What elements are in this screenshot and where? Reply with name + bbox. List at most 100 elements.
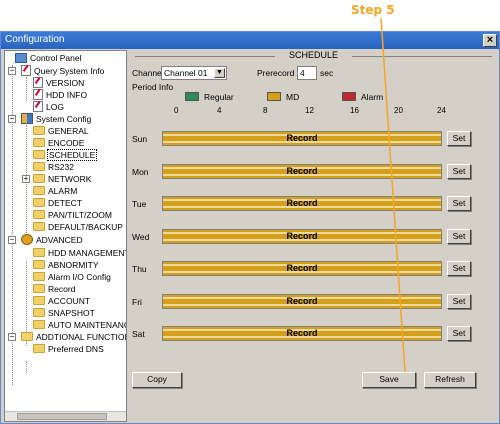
hour-axis: 0 4 8 12 16 20 24 (129, 106, 498, 118)
schedule-bar[interactable]: Record (162, 164, 442, 179)
set-button[interactable]: Set (447, 131, 471, 146)
folder-icon (33, 284, 45, 294)
folder-icon (33, 344, 45, 354)
schedule-bar[interactable]: Record (162, 229, 442, 244)
folder-icon (33, 308, 45, 318)
save-button[interactable]: Save (362, 372, 416, 388)
tree-horizontal-scrollbar[interactable] (5, 411, 126, 421)
hour-tick: 20 (394, 106, 403, 115)
folder-icon (21, 332, 33, 342)
expander-advanced[interactable]: − (8, 236, 16, 244)
tree-item-snapshot[interactable]: SNAPSHOT (33, 307, 95, 319)
tree-item-alarm-io-config[interactable]: Alarm I/O Config (33, 271, 111, 283)
folder-icon (33, 222, 45, 232)
schedule-bar-label: Record (286, 328, 318, 338)
tree-item-system-config[interactable]: System Config (21, 113, 91, 125)
tree-item-additional-function[interactable]: ADDTIONAL FUNCTION (21, 331, 126, 343)
hour-tick: 4 (217, 106, 222, 115)
tree-item-hdd-management[interactable]: HDD MANAGEMENT (33, 247, 126, 259)
folder-icon (33, 248, 45, 258)
expander-additional[interactable]: − (8, 333, 16, 341)
set-button[interactable]: Set (447, 164, 471, 179)
expander-network[interactable]: + (22, 175, 30, 183)
tree-item-version[interactable]: VERSION (33, 77, 84, 89)
tree-item-default-backup[interactable]: DEFAULT/BACKUP (33, 221, 123, 233)
hour-tick: 24 (437, 106, 446, 115)
refresh-button[interactable]: Refresh (424, 372, 476, 388)
tree-item-record[interactable]: Record (33, 283, 75, 295)
legend-alarm-label: Alarm (361, 92, 384, 102)
tree-item-auto-maintenance[interactable]: AUTO MAINTENANCE (33, 319, 126, 331)
tree-item-encode[interactable]: ENCODE (33, 137, 84, 149)
prerecord-input[interactable]: 4 (297, 66, 317, 80)
set-button[interactable]: Set (447, 261, 471, 276)
set-button[interactable]: Set (447, 294, 471, 309)
expander-query[interactable]: − (8, 67, 16, 75)
tree-item-rs232[interactable]: RS232 (33, 161, 74, 173)
control-panel-icon (15, 52, 27, 63)
day-row: Wed Record Set (129, 228, 498, 248)
schedule-bar[interactable]: Record (162, 196, 442, 211)
hour-tick: 16 (350, 106, 359, 115)
tree-item-preferred-dns[interactable]: Preferred DNS (33, 343, 104, 355)
day-row: Fri Record Set (129, 293, 498, 313)
hour-tick: 8 (263, 106, 268, 115)
folder-icon (33, 150, 45, 160)
schedule-bar[interactable]: Record (162, 326, 442, 341)
tree-item-hdd-info[interactable]: HDD INFO (33, 89, 87, 101)
set-button[interactable]: Set (447, 196, 471, 211)
tree-item-alarm[interactable]: ALARM (33, 185, 77, 197)
schedule-bar-label: Record (286, 133, 318, 143)
set-button[interactable]: Set (447, 326, 471, 341)
tree-item-pan-tilt-zoom[interactable]: PAN/TILT/ZOOM (33, 209, 112, 221)
schedule-bar[interactable]: Record (162, 131, 442, 146)
expander-system[interactable]: − (8, 115, 16, 123)
schedule-bar-label: Record (286, 166, 318, 176)
folder-icon (33, 210, 45, 220)
day-row: Sat Record Set (129, 325, 498, 345)
legend-regular-label: Regular (204, 92, 234, 102)
close-button[interactable]: × (483, 34, 497, 47)
advanced-icon (21, 234, 33, 246)
chevron-down-icon: ▼ (214, 68, 225, 78)
document-icon (33, 89, 43, 101)
tree-item-query-system-info[interactable]: Query System Info (21, 65, 104, 77)
schedule-bar-label: Record (286, 296, 318, 306)
set-button[interactable]: Set (447, 229, 471, 244)
scrollbar-thumb[interactable] (17, 413, 107, 420)
folder-icon (33, 198, 45, 208)
schedule-bar[interactable]: Record (162, 261, 442, 276)
hour-tick: 12 (305, 106, 314, 115)
window-title: Configuration (5, 34, 65, 45)
day-row: Tue Record Set (129, 195, 498, 215)
window-titlebar: Configuration × (1, 32, 499, 49)
day-row: Sun Record Set (129, 130, 498, 150)
folder-icon (33, 174, 45, 184)
channel-select[interactable]: Channel 01 ▼ (161, 66, 227, 80)
folder-icon (33, 186, 45, 196)
tree-item-network[interactable]: NETWORK (33, 173, 91, 185)
nav-tree: Control Panel − Query System Info VERSIO… (4, 50, 127, 422)
folder-icon (33, 320, 45, 330)
document-icon (33, 101, 43, 113)
copy-button[interactable]: Copy (132, 372, 182, 388)
tree-item-schedule[interactable]: SCHEDULE (33, 149, 98, 161)
schedule-bar[interactable]: Record (162, 294, 442, 309)
tree-root-control-panel[interactable]: Control Panel (15, 52, 82, 64)
day-row: Mon Record Set (129, 163, 498, 183)
document-icon (33, 77, 43, 89)
tree-item-detect[interactable]: DETECT (33, 197, 82, 209)
day-row: Thu Record Set (129, 260, 498, 280)
tree-item-advanced[interactable]: ADVANCED (21, 234, 83, 246)
day-label: Tue (132, 199, 147, 209)
prerecord-label: Prerecord (257, 68, 295, 78)
tree-item-general[interactable]: GENERAL (33, 125, 89, 137)
day-label: Wed (132, 232, 150, 242)
legend-alarm-swatch (342, 92, 356, 101)
tree-item-account[interactable]: ACCOUNT (33, 295, 90, 307)
day-label: Mon (132, 167, 149, 177)
folder-icon (33, 260, 45, 270)
legend-md-label: MD (286, 92, 300, 102)
tree-item-log[interactable]: LOG (33, 101, 64, 113)
tree-item-abnormity[interactable]: ABNORMITY (33, 259, 99, 271)
